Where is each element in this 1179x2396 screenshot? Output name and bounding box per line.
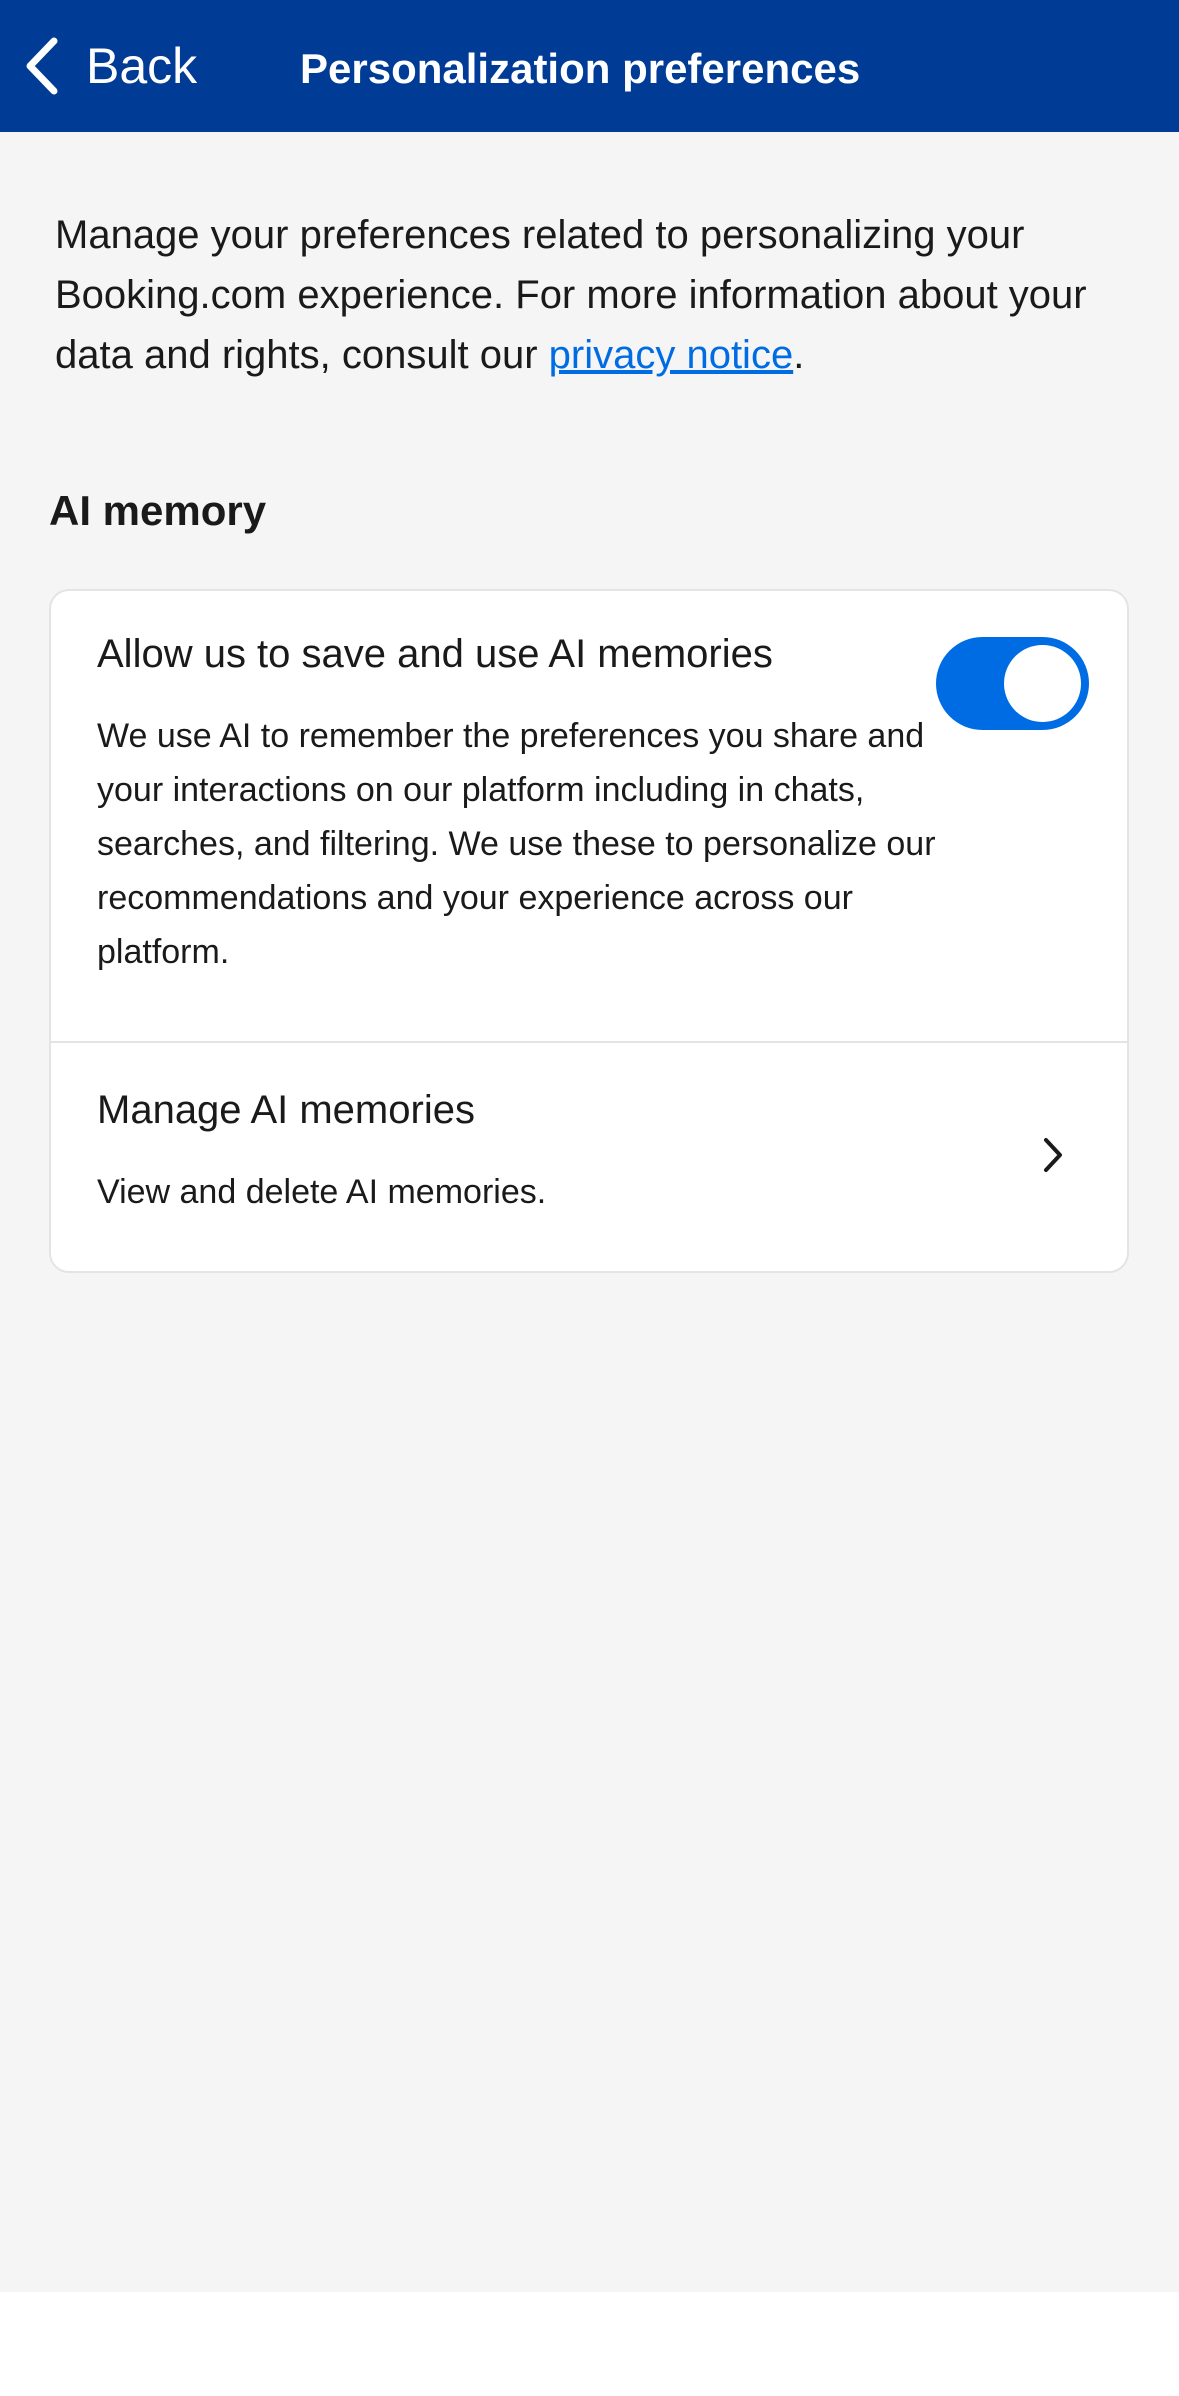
privacy-notice-link[interactable]: privacy notice [549, 333, 794, 377]
manage-ai-memories-title: Manage AI memories [97, 1088, 475, 1132]
page-title: Personalization preferences [300, 45, 861, 92]
chevron-left-icon [24, 37, 60, 95]
settings-screen: Back Personalization preferences Manage … [0, 0, 1179, 2292]
navigation-bar: Back Personalization preferences [0, 0, 1179, 132]
toggle-knob [1004, 645, 1081, 722]
back-button[interactable]: Back [24, 30, 197, 102]
ai-memory-setting-description: We use AI to remember the preferences yo… [97, 717, 936, 971]
ai-memory-toggle[interactable] [936, 637, 1089, 730]
back-label: Back [86, 38, 198, 94]
manage-ai-memories-row[interactable]: Manage AI memories View and delete AI me… [51, 1043, 1127, 1271]
manage-ai-memories-description: View and delete AI memories. [97, 1173, 547, 1211]
ai-memory-setting-row: Allow us to save and use AI memories We … [51, 591, 1127, 1041]
intro-text: Manage your preferences related to perso… [55, 205, 1135, 385]
intro-end: . [793, 333, 805, 377]
section-title-ai-memory: AI memory [49, 487, 267, 534]
ai-memory-setting-title: Allow us to save and use AI memories [97, 632, 773, 676]
ai-memory-card: Allow us to save and use AI memories We … [49, 589, 1129, 1273]
chevron-right-icon [1041, 1135, 1065, 1175]
